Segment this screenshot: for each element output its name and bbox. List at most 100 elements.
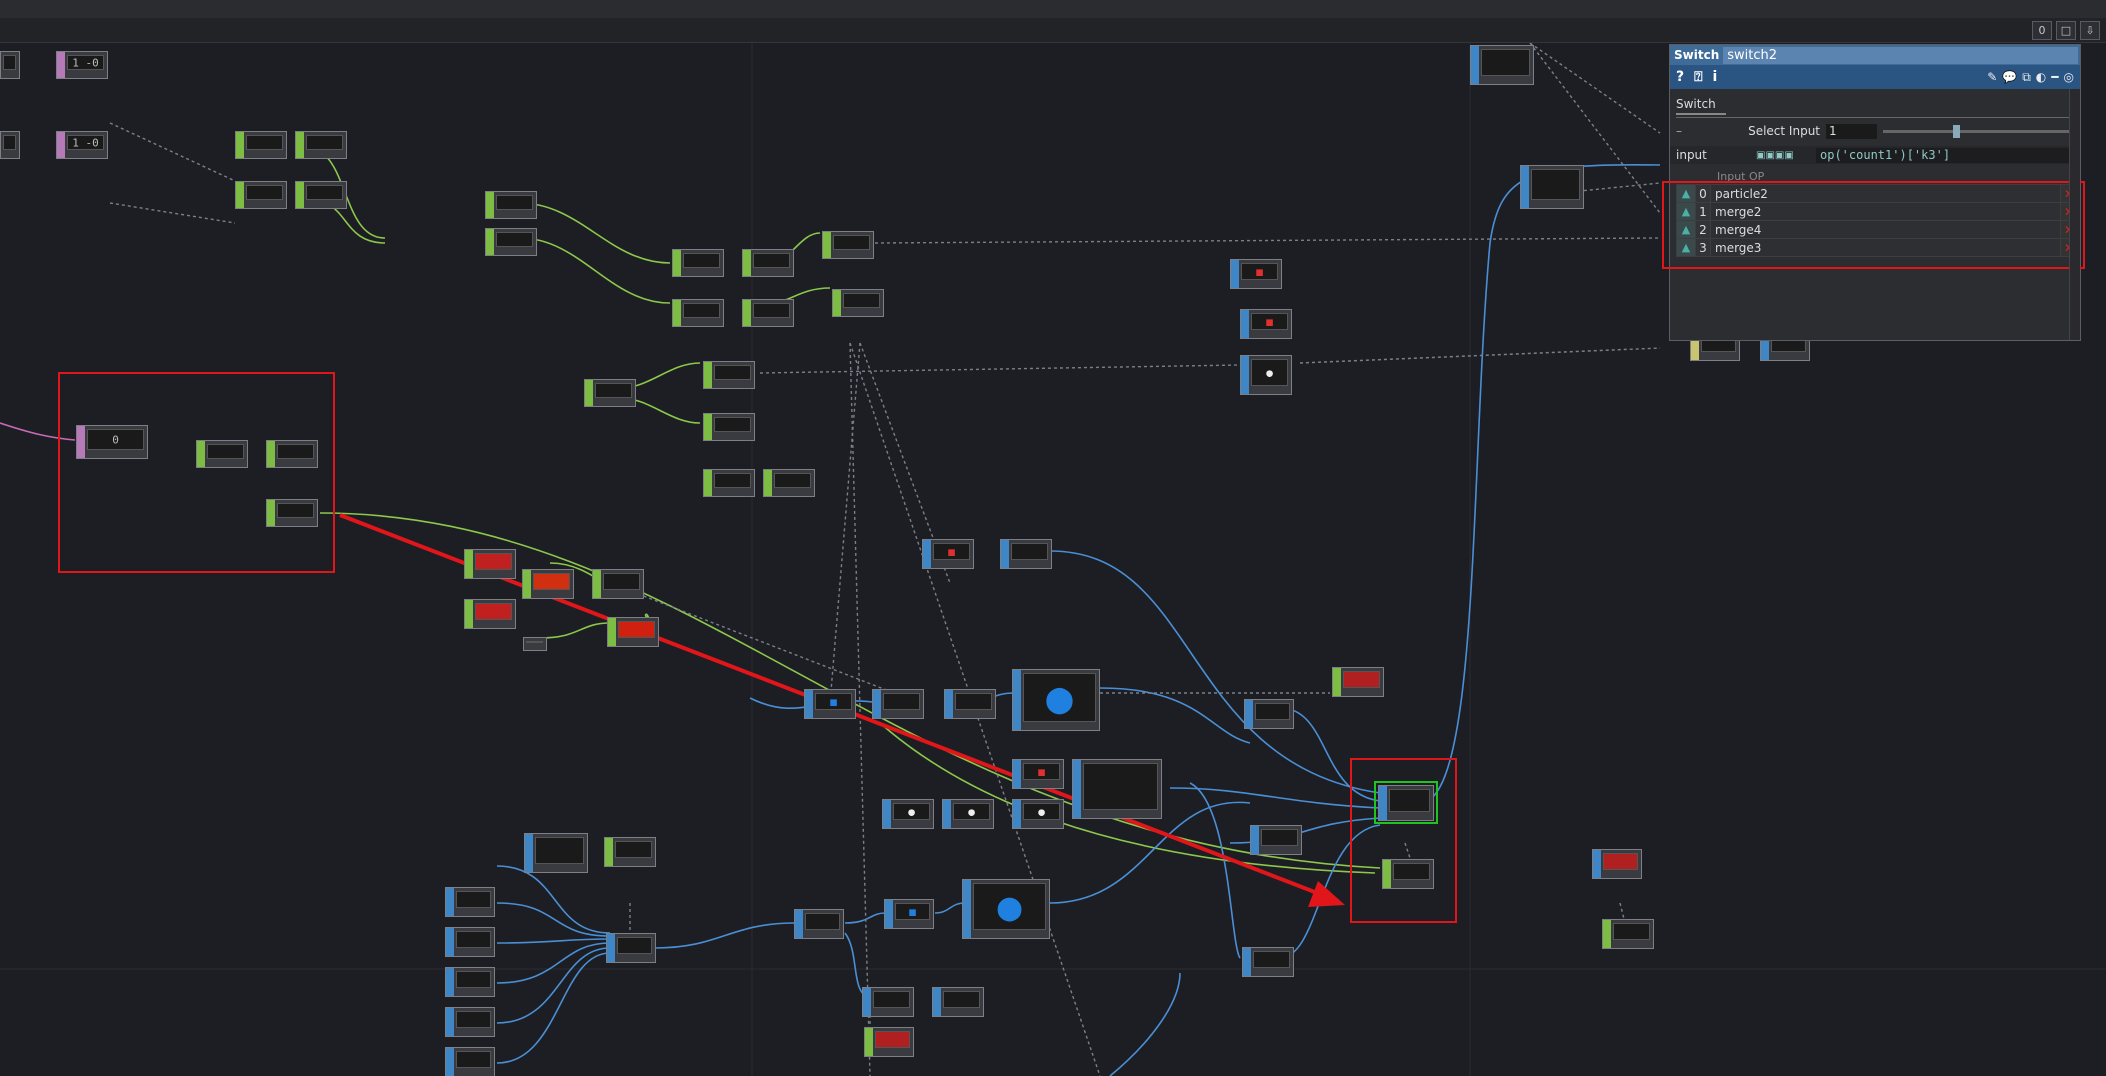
top-node[interactable] <box>862 987 914 1017</box>
top-node[interactable]: ■ <box>1012 759 1064 789</box>
chop-node[interactable] <box>295 131 347 159</box>
chop-node[interactable] <box>235 181 287 209</box>
chop-node[interactable] <box>592 569 644 599</box>
dat-node-text: 1 -0 <box>72 56 99 69</box>
top-node[interactable]: ● <box>882 799 934 829</box>
title-bar <box>0 0 2106 19</box>
chop-node[interactable] <box>672 299 724 327</box>
edit-icon[interactable]: ✎ <box>1987 70 1997 85</box>
chop-node[interactable] <box>864 1027 914 1057</box>
chop-node[interactable] <box>832 289 884 317</box>
chop-node[interactable] <box>822 231 874 259</box>
panel-toolbar: ? ⍰ i ✎ 💬 ⧉ ◐ ━ ◎ <box>1670 65 2080 89</box>
chop-node[interactable] <box>607 617 659 647</box>
top-node[interactable] <box>445 967 495 997</box>
top-node[interactable] <box>445 1007 495 1037</box>
chop-node[interactable] <box>742 299 794 327</box>
chop-node[interactable] <box>485 228 537 256</box>
chop-node[interactable] <box>604 837 656 867</box>
top-node[interactable] <box>445 927 495 957</box>
top-node[interactable] <box>1000 539 1052 569</box>
chop-node[interactable] <box>763 469 815 497</box>
dat-node[interactable] <box>0 131 20 159</box>
top-node[interactable]: ■ <box>804 689 856 719</box>
top-node[interactable] <box>606 933 656 963</box>
top-node[interactable] <box>1244 699 1294 729</box>
top-node[interactable] <box>872 689 924 719</box>
parameter-panel[interactable]: Switch switch2 ? ⍰ i ✎ 💬 ⧉ ◐ ━ ◎ Switch … <box>1662 44 2085 341</box>
input-label: input <box>1676 148 1707 162</box>
clone-icon[interactable]: ⧉ <box>2022 70 2031 85</box>
top-node[interactable]: ■ <box>1240 309 1292 339</box>
top-node[interactable]: ● <box>1240 355 1292 395</box>
top-node[interactable]: ● <box>1012 799 1064 829</box>
panel-header: Switch switch2 <box>1670 45 2080 65</box>
chop-node[interactable] <box>235 131 287 159</box>
input-row: input ▣▣▣▣ op('count1')['k3'] <box>1670 146 2080 164</box>
dat-node-text: 1 -0 <box>72 136 99 149</box>
chop-node[interactable] <box>703 361 755 389</box>
python-icon[interactable]: ◐ <box>2036 70 2046 85</box>
chop-node[interactable] <box>703 469 755 497</box>
annotation-box-panel <box>1662 181 2085 269</box>
chop-node[interactable] <box>523 637 547 651</box>
chop-node[interactable] <box>672 249 724 277</box>
chop-node[interactable] <box>464 599 516 629</box>
selection-highlight <box>1374 781 1438 824</box>
op-type-label: Switch <box>1674 48 1720 62</box>
help-icon[interactable]: ? <box>1676 69 1684 85</box>
select-input-slider[interactable] <box>1883 124 2074 138</box>
top-node[interactable] <box>524 833 588 873</box>
network-toolbar: 0 □ ⇩ <box>0 18 2106 43</box>
counter-button[interactable]: 0 <box>2032 21 2052 40</box>
select-input-field[interactable]: 1 <box>1826 123 1877 139</box>
top-node[interactable] <box>1250 825 1302 855</box>
dat-node[interactable]: 1 -0 <box>56 131 108 159</box>
download-icon[interactable]: ⇩ <box>2080 21 2100 40</box>
dat-node[interactable] <box>0 51 20 79</box>
top-node[interactable] <box>1520 165 1584 209</box>
divider <box>1676 117 2074 118</box>
top-node[interactable] <box>794 909 844 939</box>
chop-node[interactable] <box>703 413 755 441</box>
target-icon[interactable]: ◎ <box>2064 70 2074 85</box>
annotation-box-left <box>58 372 335 573</box>
panel-scrollbar[interactable] <box>2069 89 2080 340</box>
chop-node[interactable] <box>464 549 516 579</box>
chop-node[interactable] <box>485 191 537 219</box>
top-node[interactable] <box>445 1047 495 1076</box>
top-node[interactable] <box>1242 947 1294 977</box>
expression-mode-icons[interactable]: ▣▣▣▣ <box>1756 150 1816 161</box>
chop-node[interactable] <box>742 249 794 277</box>
top-node[interactable] <box>1470 45 1534 85</box>
top-node[interactable] <box>1592 849 1642 879</box>
chop-node[interactable] <box>522 569 574 599</box>
collapse-icon[interactable]: – <box>1670 124 1686 138</box>
top-node[interactable]: ● <box>942 799 994 829</box>
select-input-row: – Select Input 1 <box>1670 122 2080 140</box>
slider-handle[interactable] <box>1953 124 1960 138</box>
chop-node[interactable] <box>584 379 636 407</box>
minimize-icon[interactable]: ━ <box>2051 70 2058 85</box>
info-icon[interactable]: i <box>1713 69 1718 85</box>
top-node[interactable]: ■ <box>922 539 974 569</box>
maximize-icon[interactable]: □ <box>2056 21 2076 40</box>
python-help-icon[interactable]: ⍰ <box>1694 69 1702 85</box>
top-node[interactable]: ● <box>1012 669 1100 731</box>
comment-icon[interactable]: 💬 <box>2002 70 2017 85</box>
top-node[interactable]: ● <box>962 879 1050 939</box>
select-input-label: Select Input <box>1748 124 1820 138</box>
tab-switch[interactable]: Switch <box>1676 97 1726 115</box>
top-node[interactable]: ■ <box>884 899 934 929</box>
top-node[interactable] <box>944 689 996 719</box>
chop-node[interactable] <box>295 181 347 209</box>
op-name-field[interactable]: switch2 <box>1723 46 2078 64</box>
chop-node[interactable] <box>1602 919 1654 949</box>
top-node[interactable] <box>932 987 984 1017</box>
dat-node[interactable]: 1 -0 <box>56 51 108 79</box>
top-node[interactable] <box>445 887 495 917</box>
input-expression-field[interactable]: op('count1')['k3'] <box>1816 147 2076 163</box>
chop-node[interactable] <box>1332 667 1384 697</box>
top-node[interactable] <box>1072 759 1162 819</box>
top-node[interactable]: ■ <box>1230 259 1282 289</box>
